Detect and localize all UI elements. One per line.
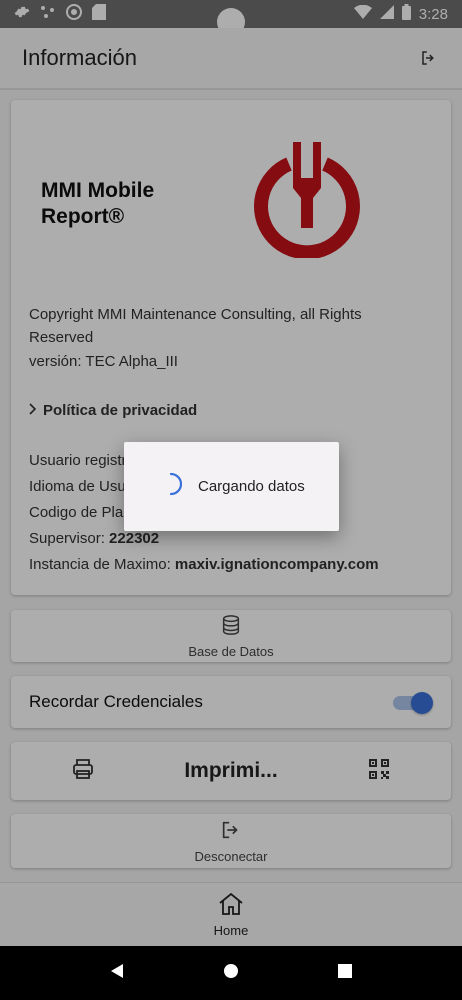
loading-text: Cargando datos: [198, 478, 305, 495]
recents-icon[interactable]: [338, 963, 353, 983]
home-circle-icon[interactable]: [223, 963, 239, 984]
screen: 3:28 Información MMI Mobile Report® Copy…: [0, 0, 462, 1000]
back-icon[interactable]: [110, 963, 124, 984]
system-nav-bar: [0, 946, 462, 1000]
loading-dialog: Cargando datos: [124, 442, 339, 531]
spinner-icon: [168, 472, 183, 501]
